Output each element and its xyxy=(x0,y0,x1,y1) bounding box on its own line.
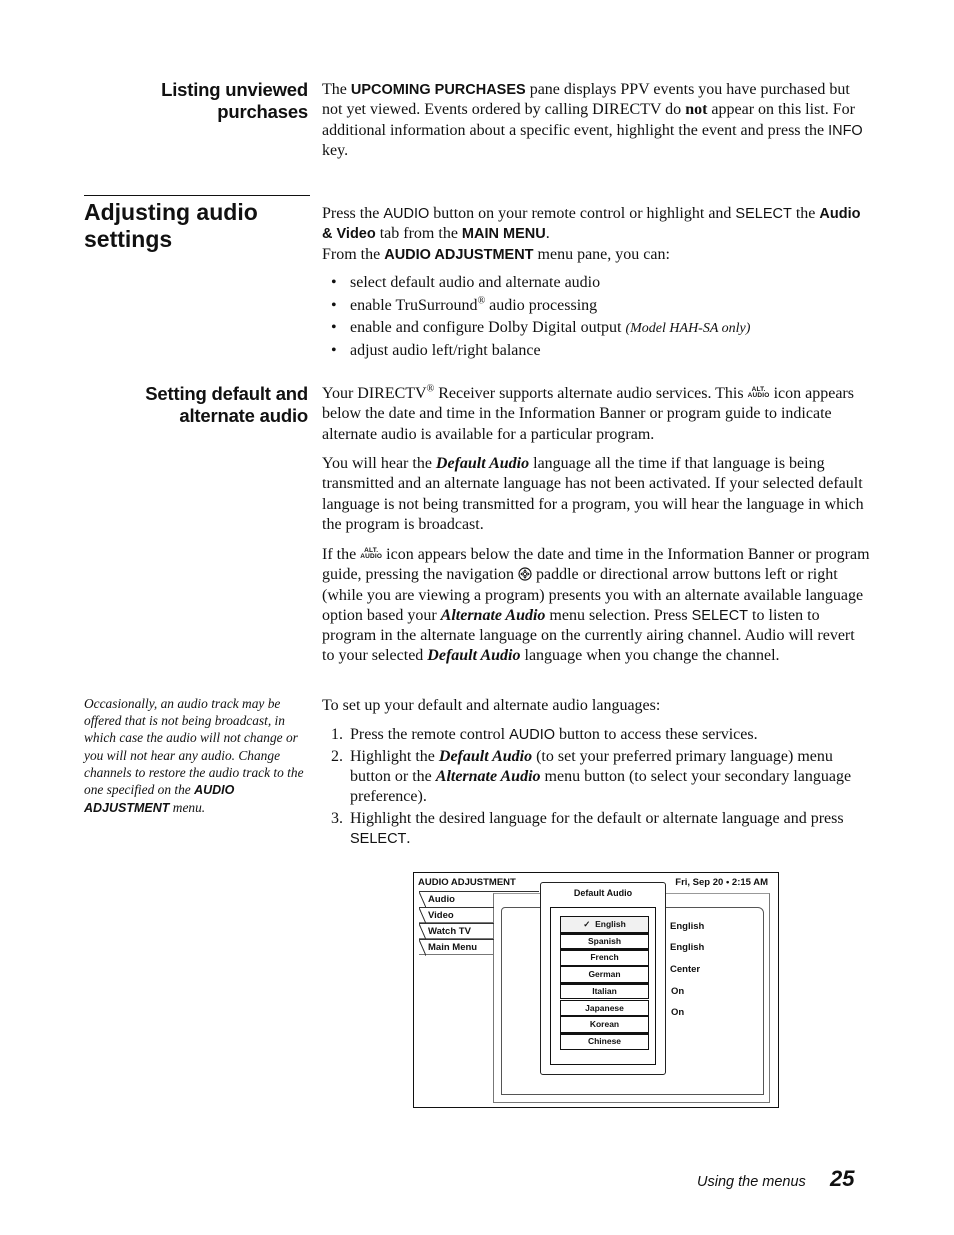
list-item: adjust audio left/right balance xyxy=(322,340,750,363)
listing-paragraph: The UPCOMING PURCHASES pane displays PPV… xyxy=(322,81,863,159)
language-option-italian[interactable]: Italian xyxy=(560,982,649,1000)
language-option-spanish[interactable]: Spanish xyxy=(560,932,649,950)
default-audio-value: English xyxy=(670,921,705,932)
capabilities-list: select default audio and alternate audio… xyxy=(322,272,750,363)
balance-value: Center xyxy=(670,964,701,975)
setting-default-heading: Setting default and alternate audio xyxy=(145,383,308,427)
screen-datetime: Fri, Sep 20 • 2:15 AM xyxy=(675,877,768,888)
tab-main-menu[interactable]: Main Menu xyxy=(419,939,494,956)
list-item: enable TruSurround® audio processing xyxy=(322,295,750,318)
setup-intro: To set up your default and alternate aud… xyxy=(322,697,661,714)
checkmark-icon: ✓ xyxy=(583,919,591,929)
heading-line: alternate audio xyxy=(179,405,308,426)
page-number: 25 xyxy=(830,1166,855,1191)
trusurround-value: On xyxy=(671,986,685,997)
term-upcoming-purchases: UPCOMING PURCHASES xyxy=(350,82,526,98)
heading-line: Listing unviewed xyxy=(161,79,308,100)
sidebar-note: Occasionally, an audio track may be offe… xyxy=(84,696,304,816)
popup-title: Default Audio xyxy=(573,888,633,898)
dolby-digital-value: On xyxy=(671,1007,685,1018)
alt-audio-icon: ALT. AUDIO xyxy=(360,547,383,560)
navigation-paragraph: If the ALT. AUDIO icon appears below the … xyxy=(322,546,870,665)
setup-steps: 1. Press the remote control AUDIO button … xyxy=(322,725,870,851)
tab-video[interactable]: Video xyxy=(419,907,494,924)
default-audio-popup: Default Audio ✓ English Spanish French G… xyxy=(540,882,666,1075)
language-option-chinese[interactable]: Chinese xyxy=(560,1032,649,1050)
language-option-japanese[interactable]: Japanese xyxy=(560,999,649,1017)
language-list: ✓ English Spanish French German Italian … xyxy=(550,907,656,1065)
heading-line: Adjusting audio xyxy=(84,199,258,225)
step-item: 1. Press the remote control AUDIO button … xyxy=(331,726,758,743)
key-info: INFO xyxy=(828,122,863,139)
language-option-german[interactable]: German xyxy=(560,966,649,983)
list-item: select default audio and alternate audio xyxy=(322,272,750,295)
alt-audio-icon: ALT. AUDIO xyxy=(747,386,770,399)
section-divider xyxy=(84,195,310,196)
alt-audio-paragraph: Your DIRECTV® Receiver supports alternat… xyxy=(322,383,854,443)
language-option-french[interactable]: French xyxy=(560,949,649,967)
alternate-audio-value: English xyxy=(670,942,705,953)
language-option-english[interactable]: ✓ English xyxy=(560,916,649,933)
tab-watch-tv[interactable]: Watch TV xyxy=(419,923,494,940)
listing-heading: Listing unviewed purchases xyxy=(161,79,308,123)
default-audio-paragraph: You will hear the Default Audio language… xyxy=(322,455,864,533)
heading-line: Setting default and xyxy=(145,383,308,404)
adjusting-audio-heading: Adjusting audio settings xyxy=(84,199,258,253)
heading-line: purchases xyxy=(217,101,308,122)
adjusting-intro: Press the AUDIO button on your remote co… xyxy=(322,205,861,263)
audio-adjustment-screen: AUDIO ADJUSTMENT Fri, Sep 20 • 2:15 AM A… xyxy=(413,872,779,1108)
footer-section-title: Using the menus xyxy=(697,1174,806,1190)
heading-line: settings xyxy=(84,226,173,252)
tab-audio[interactable]: Audio xyxy=(419,891,539,908)
screen-title: AUDIO ADJUSTMENT xyxy=(418,877,516,888)
list-item: enable and configure Dolby Digital outpu… xyxy=(322,317,750,340)
navigation-paddle-icon xyxy=(518,567,532,581)
step-item: 2. Highlight the Default Audio (to set yo… xyxy=(331,747,852,806)
step-item: 3. Highlight the desired language for the… xyxy=(331,810,844,848)
language-option-korean[interactable]: Korean xyxy=(560,1016,649,1033)
